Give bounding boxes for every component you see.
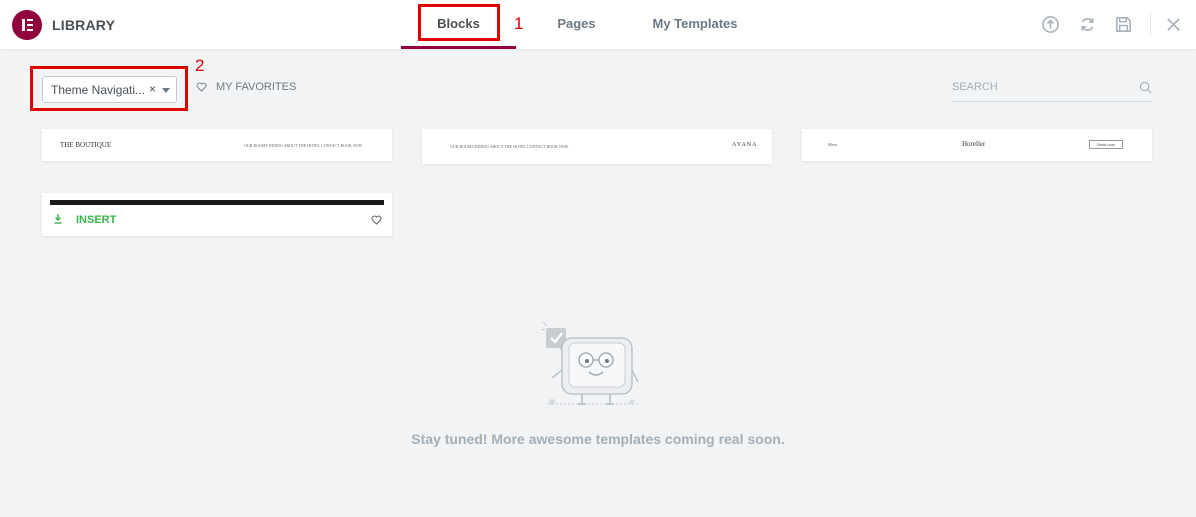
header-divider xyxy=(1150,14,1151,35)
library-header: LIBRARY Blocks Pages My Templates xyxy=(0,0,1196,49)
card-nav-preview: OUR ROOMS DINING ABOUT THE HOTEL CONTACT… xyxy=(450,144,569,149)
card-book-button-preview: Book now xyxy=(1089,140,1123,149)
clear-filter-icon[interactable]: × xyxy=(149,82,156,96)
insert-label: INSERT xyxy=(76,214,117,226)
template-card-ayana[interactable]: OUR ROOMS DINING ABOUT THE HOTEL CONTACT… xyxy=(422,129,772,164)
tab-my-templates[interactable]: My Templates xyxy=(640,0,750,49)
card-nav-preview: OUR ROOMS DINING ABOUT THE HOTEL CONTACT… xyxy=(244,143,363,148)
filter-value: Theme Navigati... xyxy=(51,83,146,97)
heart-icon[interactable] xyxy=(371,215,382,225)
card-brand: THE BOUTIQUE xyxy=(60,141,112,149)
search-box xyxy=(952,78,1152,102)
card-preview-image xyxy=(50,200,384,205)
search-icon[interactable] xyxy=(1139,81,1152,94)
template-card-horeller[interactable]: Menu Horeller Book now xyxy=(802,129,1152,161)
upload-icon[interactable] xyxy=(1041,15,1060,34)
annotation-box-1 xyxy=(418,4,500,41)
template-card-boutique[interactable]: THE BOUTIQUE OUR ROOMS DINING ABOUT THE … xyxy=(42,129,392,161)
mascot-illustration-icon xyxy=(540,321,640,405)
sync-icon[interactable] xyxy=(1078,15,1097,34)
annotation-number-2: 2 xyxy=(195,56,205,75)
tab-pages[interactable]: Pages xyxy=(540,0,613,49)
annotation-number-1: 1 xyxy=(514,14,524,33)
save-icon[interactable] xyxy=(1114,15,1133,34)
heart-icon xyxy=(196,82,207,92)
empty-state-message: Stay tuned! More awesome templates comin… xyxy=(411,431,785,447)
close-icon[interactable] xyxy=(1164,15,1183,34)
elementor-logo-icon xyxy=(12,10,42,40)
category-filter-select[interactable]: Theme Navigati... × xyxy=(42,76,177,103)
card-brand: AYANA xyxy=(732,142,758,148)
card-brand: Horeller xyxy=(962,140,986,148)
insert-button[interactable]: INSERT xyxy=(48,209,130,231)
my-favorites-label: MY FAVORITES xyxy=(216,81,297,93)
download-icon xyxy=(54,214,62,224)
chevron-down-icon[interactable] xyxy=(162,88,170,93)
card-menu-preview: Menu xyxy=(828,142,838,147)
search-input[interactable] xyxy=(952,81,1132,93)
library-title: LIBRARY xyxy=(52,17,116,33)
